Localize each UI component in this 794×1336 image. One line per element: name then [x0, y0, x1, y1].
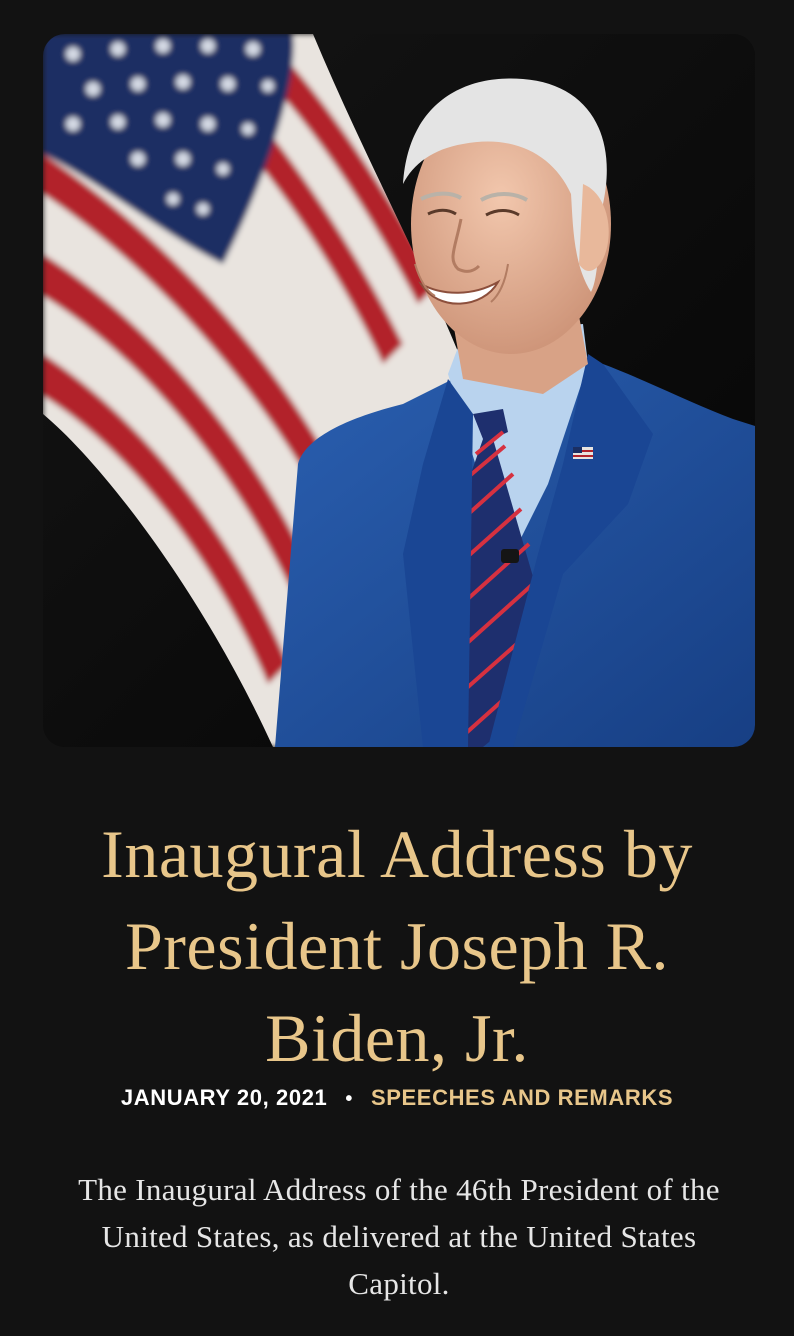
publish-date: JANUARY 20, 2021: [120, 1085, 328, 1110]
article-hero-image: [43, 34, 755, 747]
article-title: Inaugural Address by President Joseph R.…: [101, 816, 693, 1076]
portrait-photo: [43, 34, 755, 747]
category-link[interactable]: SPEECHES AND REMARKS: [371, 1085, 673, 1110]
article-meta: JANUARY 20, 2021 • SPEECHES AND REMARKS: [0, 1083, 794, 1114]
meta-separator: •: [345, 1088, 353, 1110]
article-summary: The Inaugural Address of the 46th Presid…: [78, 1172, 720, 1301]
